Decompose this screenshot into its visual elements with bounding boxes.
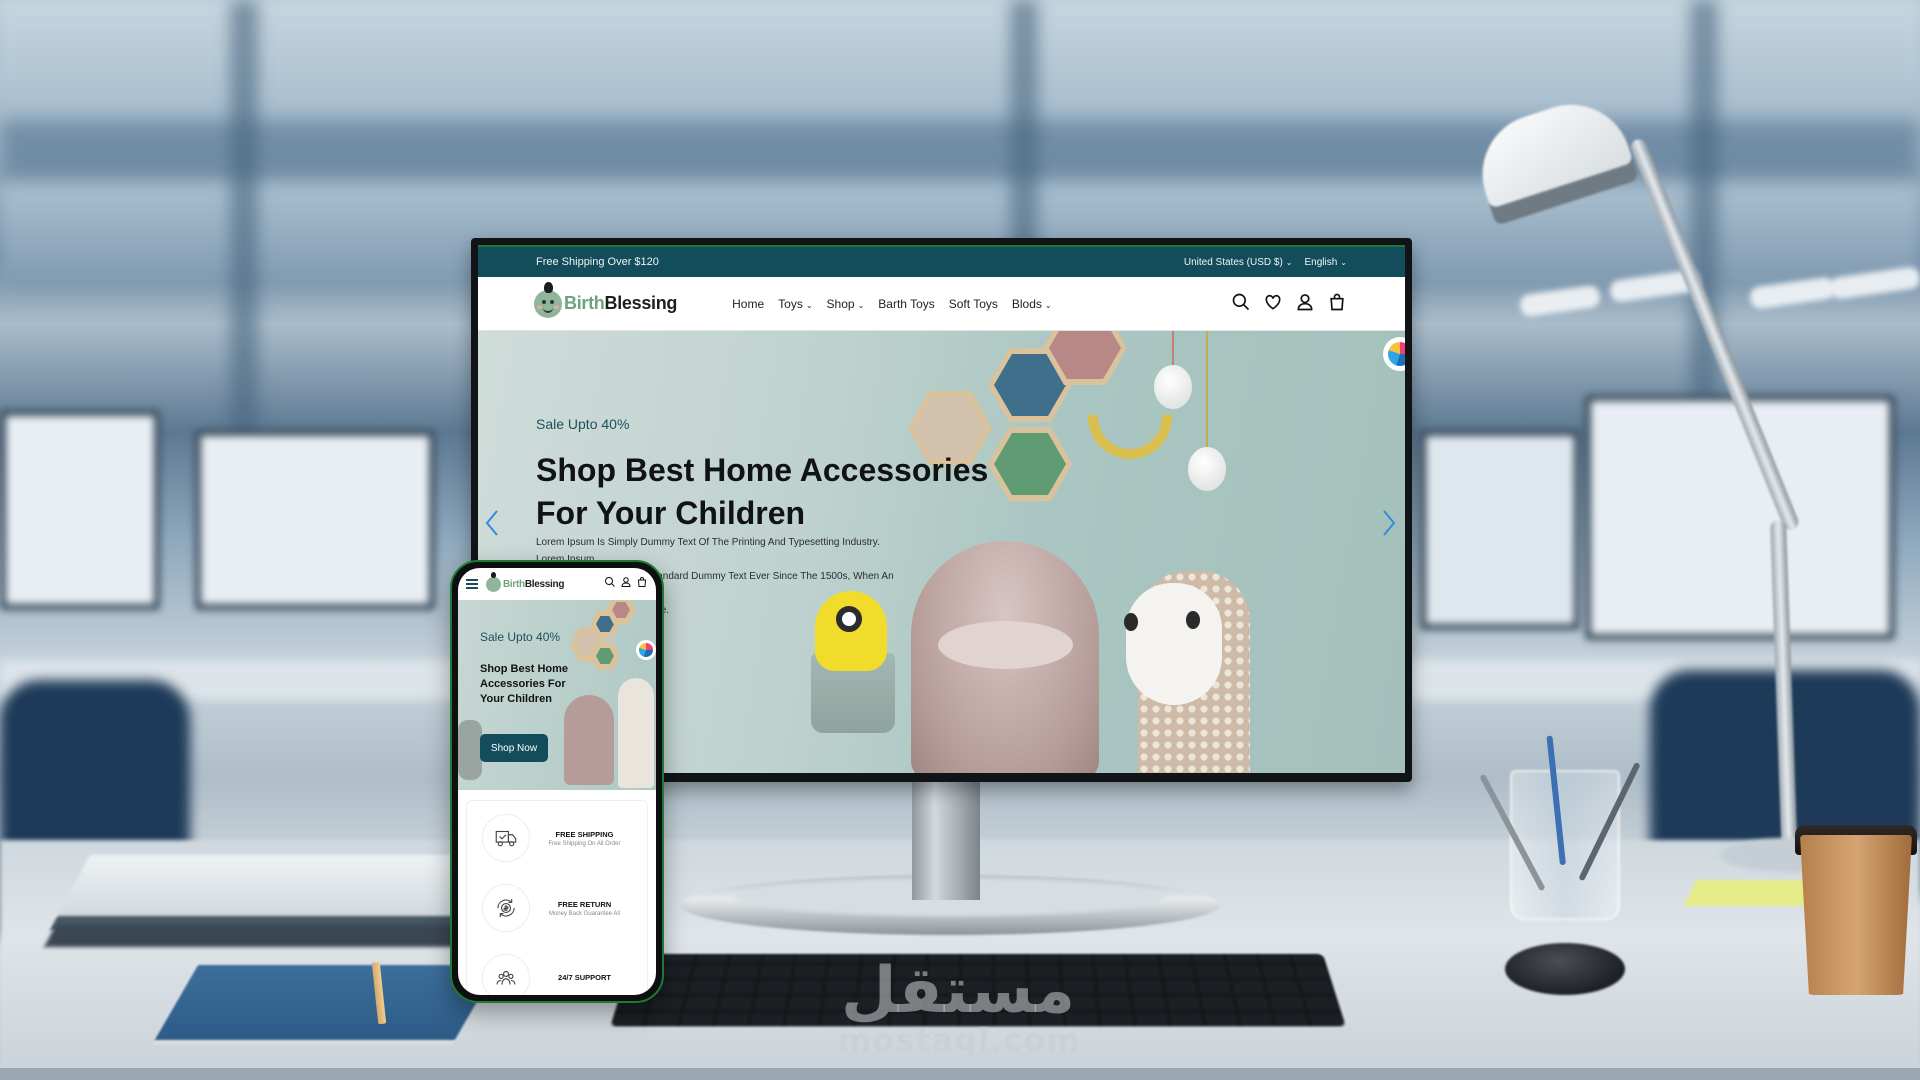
pendant-lamp bbox=[1188, 447, 1226, 491]
nav-item-soft-toys[interactable]: Soft Toys bbox=[949, 297, 998, 311]
main-navbar: BirthBlessing Home Toys ⌄ Shop ⌄ Barth Toy… bbox=[478, 277, 1405, 331]
monitor-stand-neck bbox=[912, 770, 980, 900]
baby-face-logo-icon bbox=[486, 571, 501, 592]
language-selector[interactable]: English ⌄ bbox=[1304, 257, 1347, 268]
mobile-logo[interactable]: BirthBlessing bbox=[486, 571, 564, 592]
shop-now-button[interactable]: Shop Now bbox=[480, 734, 548, 762]
nav-item-blods[interactable]: Blods ⌄ bbox=[1012, 297, 1052, 311]
nav-item-barth-toys[interactable]: Barth Toys bbox=[878, 297, 934, 311]
pink-armchair bbox=[564, 695, 614, 785]
truck-icon bbox=[482, 814, 530, 862]
chevron-down-icon: ⌄ bbox=[857, 300, 865, 310]
promo-text: Free Shipping Over $120 bbox=[536, 256, 659, 268]
search-icon[interactable] bbox=[604, 575, 616, 593]
chat-widget-button[interactable] bbox=[636, 640, 656, 660]
shopping-bag-icon[interactable] bbox=[636, 575, 648, 593]
mobile-website: BirthBlessing Sale Upto 40% Shop Best Ho… bbox=[458, 568, 656, 995]
hero-sale-label: Sale Upto 40% bbox=[536, 416, 630, 432]
feature-list: FREE SHIPPING Free Shipping On All Order … bbox=[466, 800, 648, 995]
shopping-bag-icon[interactable] bbox=[1327, 292, 1347, 317]
top-announcement-bar: Free Shipping Over $120 United States (U… bbox=[478, 247, 1405, 277]
chevron-down-icon: ⌄ bbox=[1285, 257, 1293, 267]
background-monitor bbox=[195, 430, 435, 610]
nav-item-toys[interactable]: Toys ⌄ bbox=[778, 297, 812, 311]
user-icon[interactable] bbox=[1295, 292, 1315, 317]
support-team-icon bbox=[482, 954, 530, 995]
heart-icon[interactable] bbox=[1263, 292, 1283, 317]
chevron-down-icon: ⌄ bbox=[1044, 300, 1052, 310]
mouse bbox=[1505, 943, 1625, 995]
chat-widget-button[interactable] bbox=[1383, 337, 1405, 371]
mobile-navbar: BirthBlessing bbox=[458, 568, 656, 600]
notebook bbox=[151, 965, 499, 1045]
slider-prev-arrow-icon[interactable] bbox=[484, 509, 500, 537]
currency-selector[interactable]: United States (USD $) ⌄ bbox=[1184, 257, 1293, 268]
nav-item-shop[interactable]: Shop ⌄ bbox=[827, 297, 865, 311]
keyboard bbox=[610, 953, 1346, 1027]
mobile-hero: Sale Upto 40% Shop Best Home Accessories… bbox=[458, 600, 656, 790]
mobile-hero-title: Shop Best Home Accessories For Your Chil… bbox=[480, 663, 569, 705]
nav-menu: Home Toys ⌄ Shop ⌄ Barth Toys Soft Toys Bl… bbox=[732, 297, 1052, 311]
giraffe-toy bbox=[618, 678, 654, 788]
background-monitor bbox=[0, 410, 160, 610]
user-icon[interactable] bbox=[620, 575, 632, 593]
eyelash-wall-decor bbox=[1088, 415, 1172, 459]
slider-next-arrow-icon[interactable] bbox=[1381, 509, 1397, 537]
logo[interactable]: BirthBlessing bbox=[534, 281, 677, 318]
mobile-hero-sale-label: Sale Upto 40% bbox=[480, 630, 561, 644]
baby-face-logo-icon bbox=[534, 281, 562, 318]
mobile-phone: BirthBlessing Sale Upto 40% Shop Best Ho… bbox=[450, 560, 664, 1003]
background-monitor bbox=[1420, 430, 1580, 630]
chevron-down-icon: ⌄ bbox=[1340, 257, 1347, 267]
background-monitor bbox=[1585, 395, 1895, 640]
clipboard bbox=[50, 855, 490, 930]
chevron-down-icon: ⌄ bbox=[805, 300, 813, 310]
sticky-note bbox=[1683, 880, 1817, 906]
feature-item: FREE RETURN Money Back Guarantee All bbox=[467, 879, 647, 937]
feature-item: FREE SHIPPING Free Shipping On All Order bbox=[467, 809, 647, 867]
money-return-icon bbox=[482, 884, 530, 932]
feature-item: 24/7 SUPPORT bbox=[467, 949, 647, 995]
coffee-cup bbox=[1800, 835, 1912, 995]
nav-item-home[interactable]: Home bbox=[732, 297, 764, 311]
search-icon[interactable] bbox=[1231, 292, 1251, 317]
hero-title: Shop Best Home Accessories For Your Chil… bbox=[536, 452, 989, 531]
chat-widget-icon bbox=[639, 643, 653, 657]
hamburger-menu-icon[interactable] bbox=[466, 577, 478, 591]
chat-widget-icon bbox=[1388, 342, 1405, 366]
pendant-lamp bbox=[1154, 365, 1192, 409]
pen-cup bbox=[1510, 770, 1620, 920]
